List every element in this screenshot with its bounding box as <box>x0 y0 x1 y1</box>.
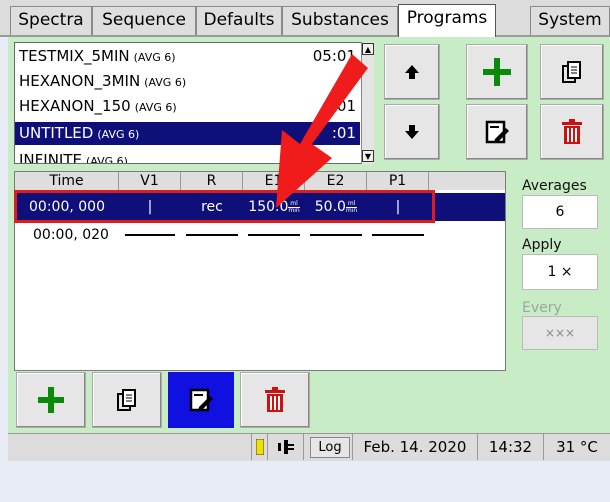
status-temperature: 31 °C <box>556 438 598 456</box>
program-avg: (AVG 6) <box>97 128 140 141</box>
tab-programs[interactable]: Programs <box>398 4 496 37</box>
copy-icon <box>117 389 136 411</box>
program-name: UNTITLED <box>19 124 94 142</box>
plus-icon <box>483 58 511 86</box>
trash-icon <box>562 119 582 144</box>
copy-step-button[interactable] <box>92 372 162 428</box>
move-up-button[interactable] <box>384 44 440 100</box>
program-avg: (AVG 6) <box>85 155 128 164</box>
delete-program-button[interactable] <box>540 104 604 160</box>
edit-icon <box>485 120 509 144</box>
move-down-button[interactable] <box>384 104 440 160</box>
every-label: Every <box>522 300 562 316</box>
empty-cell-line <box>310 234 362 236</box>
apply-field[interactable]: 1 × <box>522 254 598 290</box>
status-message-area <box>8 434 252 460</box>
empty-cell-line <box>125 234 175 236</box>
add-program-button[interactable] <box>466 44 528 100</box>
delete-step-button[interactable] <box>240 372 310 428</box>
program-name: HEXANON_3MIN <box>19 72 141 90</box>
empty-cell-line <box>372 234 424 236</box>
program-name: HEXANON_150 <box>19 97 131 115</box>
copy-program-button[interactable] <box>540 44 604 100</box>
trash-icon <box>265 387 285 412</box>
tab-system[interactable]: System <box>530 6 610 35</box>
add-step-button[interactable] <box>16 372 86 428</box>
plus-icon <box>38 387 64 413</box>
averages-label: Averages <box>522 178 587 194</box>
battery-icon <box>252 434 268 460</box>
power-plug-icon <box>268 434 304 460</box>
log-button[interactable]: Log <box>310 437 350 458</box>
col-header-r: R <box>181 172 243 190</box>
edit-program-button[interactable] <box>466 104 528 160</box>
empty-cell-line <box>248 234 300 236</box>
tab-substances[interactable]: Substances <box>282 6 398 35</box>
arrow-down-icon <box>405 125 419 139</box>
col-header-v1: V1 <box>119 172 181 190</box>
copy-icon <box>562 61 581 83</box>
status-time: 14:32 <box>478 434 544 460</box>
program-avg: (AVG 6) <box>144 76 187 89</box>
col-header-p1: P1 <box>367 172 429 190</box>
apply-label: Apply <box>522 237 562 253</box>
program-avg: (AVG 6) <box>133 51 176 64</box>
program-name: INFINITE <box>19 151 82 164</box>
tab-spectra[interactable]: Spectra <box>10 6 92 35</box>
edit-icon <box>189 388 213 412</box>
every-field: ××× <box>522 316 598 350</box>
tab-sequence[interactable]: Sequence <box>92 6 196 35</box>
status-date: Feb. 14. 2020 <box>352 434 478 460</box>
cell-time: 00:00, 020 <box>33 227 109 243</box>
annotation-arrow-icon <box>276 54 368 208</box>
edit-step-button[interactable] <box>168 372 234 428</box>
averages-field[interactable]: 6 <box>522 195 598 229</box>
highlight-box <box>14 190 435 223</box>
program-avg: (AVG 6) <box>134 101 177 114</box>
arrow-up-icon <box>405 65 419 79</box>
col-header-time: Time <box>15 172 119 190</box>
tab-defaults[interactable]: Defaults <box>196 6 282 35</box>
empty-cell-line <box>186 234 238 236</box>
program-name: TESTMIX_5MIN <box>19 47 130 65</box>
